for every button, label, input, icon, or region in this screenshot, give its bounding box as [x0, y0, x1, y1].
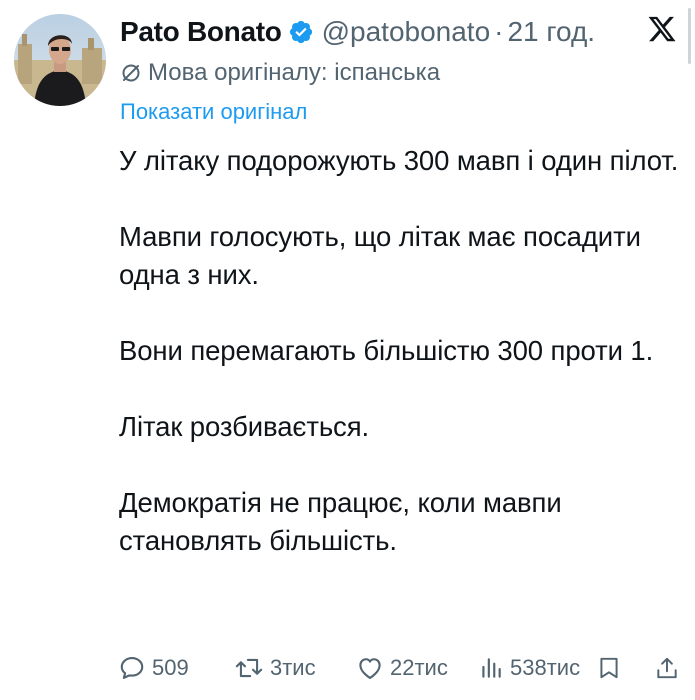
views-count: 538тис: [510, 655, 581, 680]
heart-icon: [356, 654, 384, 682]
views-button[interactable]: 538тис: [478, 650, 580, 686]
tweet-paragraph: Демократія не працює, коли мавпи становл…: [119, 487, 562, 556]
tweet-paragraph: Літак розбивається.: [119, 411, 370, 442]
bookmark-icon: [596, 654, 622, 682]
author-name[interactable]: Pato Bonato: [120, 12, 282, 52]
translation-note-text: Мова оригіналу: іспанська: [148, 59, 441, 86]
repost-button[interactable]: 3тис: [234, 650, 316, 686]
tweet-text: У літаку подорожують 300 мавп і один піл…: [119, 142, 679, 560]
tweet-paragraph: Вони перемагають більшістю 300 проти 1.: [119, 335, 654, 366]
tweet-paragraph: У літаку подорожують 300 мавп і один піл…: [119, 145, 679, 176]
share-icon: [654, 654, 680, 682]
bookmark-button[interactable]: [596, 650, 622, 686]
views-icon: [478, 654, 504, 682]
avatar-image: [14, 14, 106, 106]
tweet-header: Pato Bonato @patobonato · 21 год.: [120, 12, 640, 52]
repost-icon: [234, 654, 264, 682]
translate-icon: [120, 62, 142, 84]
like-button[interactable]: 22тис: [356, 650, 448, 686]
separator-dot: ·: [494, 16, 504, 47]
tweet-paragraph: Мавпи голосують, що літак має посадити о…: [119, 221, 641, 290]
tweet: Pato Bonato @patobonato · 21 год. Мова о…: [0, 0, 695, 700]
action-bar: 509 3тис 22тис 538тис: [118, 650, 683, 686]
verified-badge-icon: [288, 19, 314, 45]
like-count: 22тис: [390, 655, 448, 680]
show-original-link[interactable]: Показати оригінал: [120, 96, 307, 128]
x-logo-icon[interactable]: [647, 14, 677, 44]
share-button[interactable]: [654, 650, 680, 686]
post-time[interactable]: 21 год.: [507, 12, 595, 52]
reply-count: 509: [152, 655, 189, 680]
reply-icon: [118, 654, 146, 682]
scrollbar[interactable]: [688, 8, 691, 64]
reply-button[interactable]: 509: [118, 650, 189, 686]
repost-count: 3тис: [270, 655, 316, 680]
translation-note: Мова оригіналу: іспанська: [120, 56, 440, 90]
author-handle[interactable]: @patobonato: [322, 12, 491, 52]
avatar[interactable]: [14, 14, 106, 106]
